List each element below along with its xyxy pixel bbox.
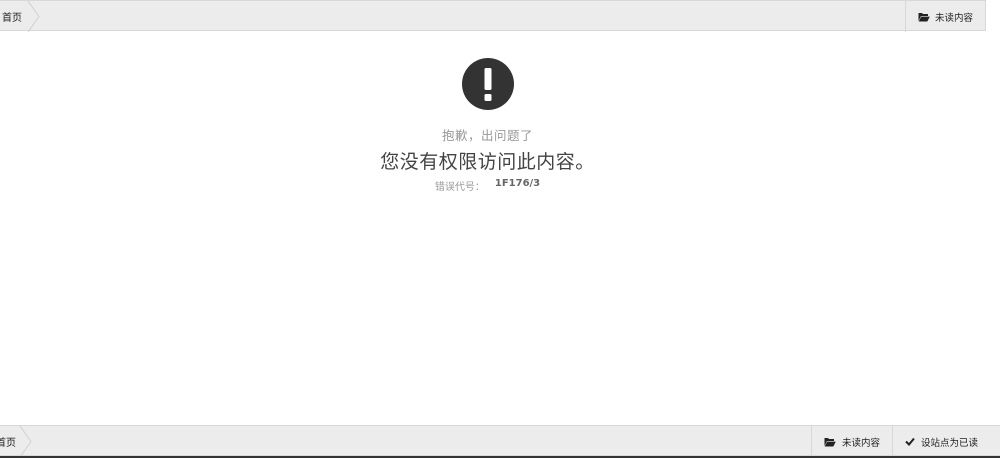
- bottom-breadcrumb-home-label: 首页: [0, 438, 16, 449]
- bottom-unread-content-label: 未读内容: [841, 437, 880, 449]
- folder-open-icon: [918, 12, 930, 21]
- exclamation-circle-icon: [461, 58, 514, 110]
- mark-site-read-label: 设站点为已读: [920, 437, 978, 449]
- error-code-row: 错误代号： 1F176/3: [435, 178, 540, 193]
- unread-content-button[interactable]: 未读内容: [904, 1, 985, 32]
- bottom-unread-content-button[interactable]: 未读内容: [810, 426, 892, 457]
- bottom-actions: 未读内容 设站点为已读: [810, 426, 990, 457]
- breadcrumb-separator: [28, 1, 40, 32]
- error-code-value: 1F176/3: [494, 178, 541, 189]
- bottom-breadcrumb-bar: 首页 未读内容 设站点为已读: [0, 425, 1000, 457]
- page: 首页 未读内容 抱歉，出问题了 您没有权限访问此内容。 错误代号： 1F176/…: [0, 0, 1000, 458]
- breadcrumb-home-label: 首页: [2, 13, 22, 24]
- bottom-breadcrumb-separator: [20, 426, 32, 457]
- unread-content-label: 未读内容: [934, 12, 973, 24]
- check-icon: [905, 437, 915, 446]
- folder-open-icon: [824, 437, 836, 446]
- error-code-label: 错误代号：: [434, 182, 485, 193]
- mark-site-read-button[interactable]: 设站点为已读: [891, 426, 990, 457]
- error-message: 您没有权限访问此内容。: [380, 151, 595, 173]
- error-panel: 抱歉，出问题了 您没有权限访问此内容。 错误代号： 1F176/3: [0, 58, 975, 193]
- error-sorry-text: 抱歉，出问题了: [441, 128, 533, 143]
- top-breadcrumb-bar: 首页 未读内容: [0, 0, 986, 32]
